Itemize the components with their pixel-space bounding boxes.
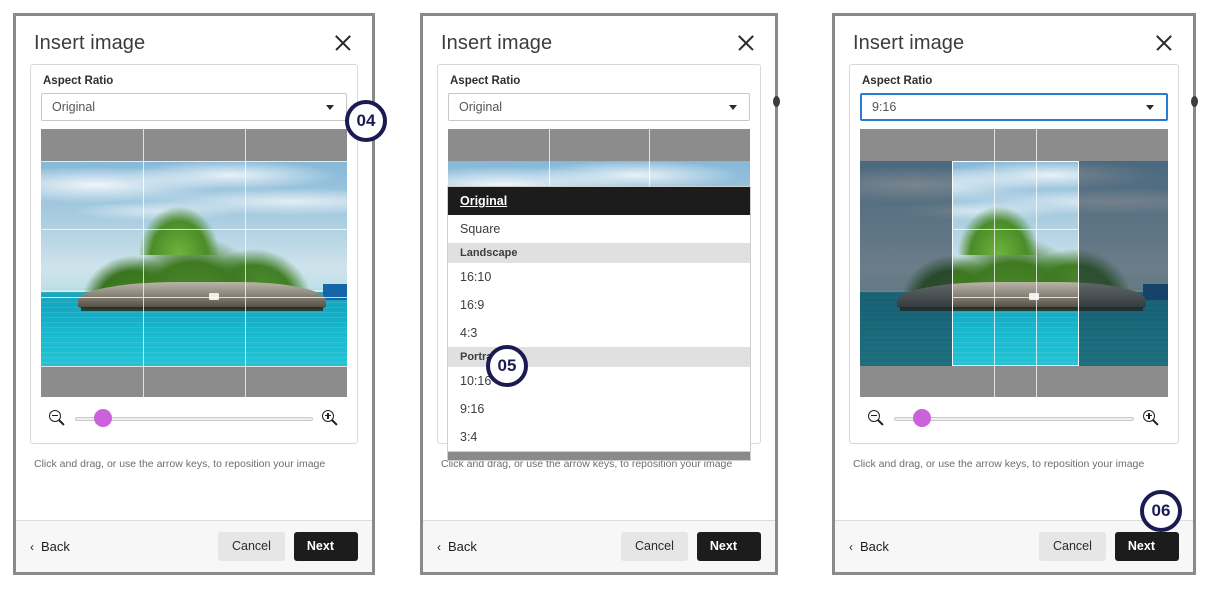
zoom-slider-thumb[interactable] [913, 409, 932, 427]
image-crop-preview[interactable] [860, 129, 1168, 397]
dropdown-option-4-3[interactable]: 4:3 [448, 319, 750, 347]
crop-dim-right [1078, 161, 1168, 366]
dropdown-option-3-4[interactable]: 3:4 [448, 423, 750, 451]
photo-shoreline [80, 306, 323, 311]
dropdown-option-original[interactable]: Original [448, 187, 750, 215]
back-button[interactable]: ‹ Back [849, 539, 889, 554]
zoom-slider[interactable] [894, 409, 1134, 427]
close-icon[interactable] [332, 32, 354, 54]
source-photo [860, 161, 1168, 366]
chevron-left-icon: ‹ [849, 539, 853, 554]
photo-rocks [77, 281, 326, 309]
footer-actions: Cancel Next › [217, 532, 358, 561]
zoom-in-icon[interactable] [322, 409, 339, 427]
aspect-ratio-label: Aspect Ratio [450, 75, 521, 87]
dropdown-group-landscape: Landscape [448, 243, 750, 263]
callout-badge-06: 06 [1140, 490, 1182, 532]
cancel-button[interactable]: Cancel [1038, 532, 1106, 561]
dialog-footer: ‹ Back Cancel Next › [423, 520, 775, 572]
next-button-label: Next [1127, 539, 1155, 554]
next-button-label: Next [709, 539, 737, 554]
aspect-ratio-value: 9:16 [872, 100, 897, 114]
crop-dim-left [860, 161, 953, 366]
chevron-left-icon: ‹ [30, 539, 34, 554]
dialog-footer: ‹ Back Cancel Next › [16, 520, 372, 572]
chevron-right-icon: › [1162, 539, 1166, 554]
chevron-right-icon: › [341, 539, 345, 554]
crop-card: Aspect Ratio 9:16 [849, 64, 1179, 444]
dialog-header: Insert image [16, 16, 372, 64]
back-button-label: Back [860, 539, 889, 554]
zoom-slider[interactable] [75, 409, 313, 427]
aspect-ratio-value: Original [52, 100, 96, 114]
close-icon[interactable] [1153, 32, 1175, 54]
zoom-controls [41, 397, 347, 435]
close-icon[interactable] [735, 32, 757, 54]
zoom-out-icon[interactable] [49, 409, 66, 427]
aspect-ratio-value: Original [459, 100, 503, 114]
footer-actions: Cancel Next › [1038, 532, 1179, 561]
aspect-ratio-select[interactable]: Original [448, 93, 750, 121]
next-button-label: Next [306, 539, 334, 554]
dropdown-option-16-9[interactable]: 16:9 [448, 291, 750, 319]
chevron-left-icon: ‹ [437, 539, 441, 554]
reposition-hint: Click and drag, or use the arrow keys, t… [853, 458, 1145, 470]
aspect-ratio-dropdown-list[interactable]: Original Square Landscape 16:10 16:9 4:3… [447, 186, 751, 461]
photo-island-peak [952, 193, 1045, 256]
next-button[interactable]: Next › [1114, 532, 1179, 561]
callout-badge-04: 04 [345, 100, 387, 142]
dropdown-option-square[interactable]: Square [448, 215, 750, 243]
footer-actions: Cancel Next › [620, 532, 761, 561]
dialog-body: Aspect Ratio 9:16 Click and drag, or use… [835, 64, 1193, 520]
reposition-hint: Click and drag, or use the arrow keys, t… [34, 458, 326, 470]
photo-hut [209, 293, 220, 301]
dialog-body: Aspect Ratio Original Click and drag, or… [16, 64, 372, 520]
back-button-label: Back [41, 539, 70, 554]
chevron-right-icon: › [744, 539, 748, 554]
dropdown-scrollbar[interactable] [448, 451, 750, 460]
aspect-ratio-label: Aspect Ratio [862, 75, 933, 87]
page-title: Insert image [853, 32, 965, 54]
cancel-button[interactable]: Cancel [217, 532, 285, 561]
crop-card: Aspect Ratio Original [30, 64, 358, 444]
aspect-ratio-select[interactable]: Original [41, 93, 347, 121]
back-button[interactable]: ‹ Back [437, 539, 477, 554]
source-photo [41, 161, 347, 366]
insert-image-dialog-step-9-16: Insert image Aspect Ratio 9:16 Click and… [832, 13, 1198, 575]
back-button[interactable]: ‹ Back [30, 539, 70, 554]
callout-badge-05: 05 [486, 345, 528, 387]
insert-image-dialog-dropdown-open: Insert image Aspect Ratio Original Click… [420, 13, 780, 575]
photo-island-peak [132, 193, 225, 256]
dropdown-option-9-16[interactable]: 9:16 [448, 395, 750, 423]
chevron-down-icon [326, 104, 334, 110]
zoom-in-icon[interactable] [1143, 409, 1160, 427]
aspect-ratio-label: Aspect Ratio [43, 75, 114, 87]
dialog-body: Aspect Ratio Original Click and drag, or… [423, 64, 775, 520]
dialog-footer: ‹ Back Cancel Next › [835, 520, 1193, 572]
zoom-slider-thumb[interactable] [94, 409, 113, 427]
chevron-down-icon [729, 104, 737, 110]
back-button-label: Back [448, 539, 477, 554]
zoom-controls [860, 397, 1168, 435]
zoom-out-icon[interactable] [868, 409, 885, 427]
dialog-header: Insert image [835, 16, 1193, 64]
page-title: Insert image [34, 32, 146, 54]
aspect-ratio-select[interactable]: 9:16 [860, 93, 1168, 121]
insert-image-dialog-step-original: Insert image Aspect Ratio Original Click… [13, 13, 375, 575]
next-button[interactable]: Next › [696, 532, 761, 561]
chevron-down-icon [1146, 104, 1154, 110]
dialog-header: Insert image [423, 16, 775, 64]
photo-hut [1029, 293, 1040, 301]
image-crop-preview[interactable] [41, 129, 347, 397]
dropdown-option-16-10[interactable]: 16:10 [448, 263, 750, 291]
next-button[interactable]: Next › [293, 532, 358, 561]
cancel-button[interactable]: Cancel [620, 532, 688, 561]
page-title: Insert image [441, 32, 553, 54]
